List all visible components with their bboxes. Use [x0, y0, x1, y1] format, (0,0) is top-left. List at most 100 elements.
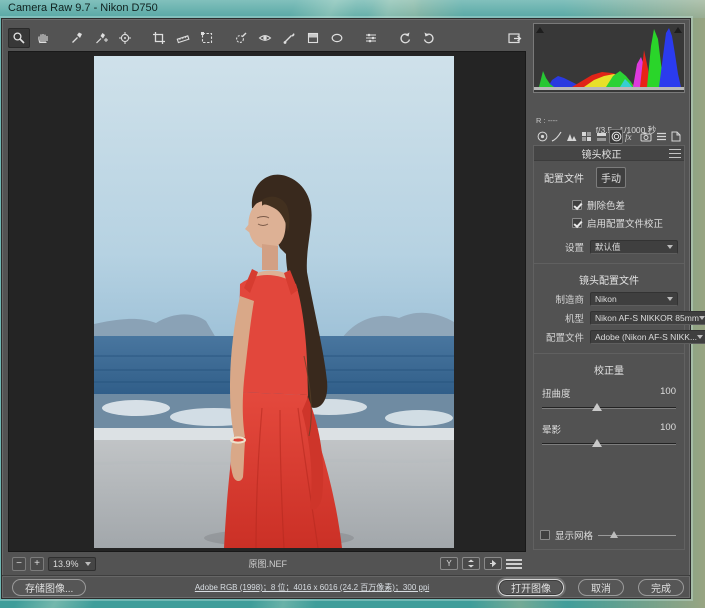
lens-profile-title: 镜头配置文件: [534, 272, 684, 287]
straighten-tool-icon[interactable]: [172, 28, 194, 48]
remove-ca-row[interactable]: 删除色差: [572, 198, 684, 212]
enable-profile-row[interactable]: 启用配置文件校正: [572, 216, 684, 230]
hand-tool-icon[interactable]: [32, 28, 54, 48]
remove-ca-label: 删除色差: [587, 198, 625, 212]
white-balance-tool-icon[interactable]: [66, 28, 88, 48]
done-button[interactable]: 完成: [638, 579, 684, 596]
copy-settings-button[interactable]: [484, 557, 502, 570]
distortion-slider-block: 扭曲度 100: [542, 386, 676, 413]
color-sampler-tool-icon[interactable]: [90, 28, 112, 48]
chevron-down-icon: [699, 316, 705, 320]
show-grid-label: 显示网格: [555, 528, 593, 542]
adjustment-brush-tool-icon[interactable]: [278, 28, 300, 48]
swap-before-after-button[interactable]: [462, 557, 480, 570]
save-image-button[interactable]: 存储图像...: [12, 579, 86, 596]
tab-snapshots-icon[interactable]: [669, 129, 683, 144]
show-grid-row: 显示网格: [540, 528, 678, 542]
chevron-down-icon: [667, 245, 673, 249]
make-value: Nikon: [595, 294, 617, 304]
setup-value: 默认值: [595, 241, 621, 253]
open-image-button[interactable]: 打开图像: [498, 579, 564, 596]
chevron-down-icon: [85, 562, 91, 566]
grid-size-slider[interactable]: [598, 531, 678, 540]
workflow-options-link[interactable]: Adobe RGB (1998)；8 位；4016 x 6016 (24.2 百…: [142, 582, 482, 593]
crop-tool-icon[interactable]: [148, 28, 170, 48]
rotate-left-tool-icon[interactable]: [394, 28, 416, 48]
grid-size-slider-thumb[interactable]: [610, 531, 618, 538]
tab-effects-icon[interactable]: fx: [624, 129, 638, 144]
histogram-plot: [534, 24, 684, 92]
lens-corrections-panel: 镜头校正 配置文件 手动 删除色差 启用配置文件校正 设置: [533, 145, 685, 550]
radial-filter-tool-icon[interactable]: [326, 28, 348, 48]
tab-presets-icon[interactable]: [654, 129, 668, 144]
setup-row: 设置 默认值: [540, 240, 678, 254]
preferences-tool-icon[interactable]: [360, 28, 382, 48]
distortion-slider-thumb[interactable]: [592, 403, 602, 411]
svg-text:fx: fx: [625, 132, 632, 142]
tab-basic-icon[interactable]: [535, 129, 549, 144]
model-label: 机型: [540, 311, 584, 325]
tab-lens-corrections-icon[interactable]: [609, 129, 623, 144]
make-label: 制造商: [540, 292, 584, 306]
divider: [534, 263, 684, 264]
model-dropdown[interactable]: Nikon AF-S NIKKOR 85mm: [590, 311, 705, 325]
rgb-readout: R : ---- G : ---- B : ----: [533, 96, 567, 126]
toolbar: [8, 26, 525, 50]
setup-dropdown[interactable]: 默认值: [590, 240, 678, 254]
enable-profile-checkbox[interactable]: [572, 218, 582, 228]
vignetting-slider[interactable]: [542, 439, 676, 449]
vignetting-slider-block: 晕影 100: [542, 422, 676, 449]
red-eye-tool-icon[interactable]: [254, 28, 276, 48]
profile-label: 配置文件: [540, 330, 584, 344]
canvas-statusbar: − + 13.9% 原图.NEF Y: [8, 554, 526, 573]
make-dropdown[interactable]: Nikon: [590, 292, 678, 306]
setup-label: 设置: [540, 240, 584, 254]
distortion-slider[interactable]: [542, 403, 676, 413]
profile-checkboxes: 删除色差 启用配置文件校正: [572, 198, 684, 230]
rotate-right-tool-icon[interactable]: [418, 28, 440, 48]
profile-dropdown[interactable]: Adobe (Nikon AF-S NIKK...: [590, 330, 705, 344]
tab-split-toning-icon[interactable]: [595, 129, 609, 144]
tab-tone-curve-icon[interactable]: [550, 129, 564, 144]
vignetting-label: 晕影: [542, 422, 561, 436]
panel-title: 镜头校正: [534, 146, 669, 161]
zoom-tool-icon[interactable]: [8, 28, 30, 48]
toggle-fullscreen-icon[interactable]: [503, 28, 525, 48]
image-filename: 原图.NEF: [100, 557, 436, 570]
window-title: Camera Raw 9.7 - Nikon D750: [8, 2, 158, 14]
tab-manual[interactable]: 手动: [596, 167, 626, 188]
image-canvas[interactable]: [8, 51, 526, 552]
panel-header: 镜头校正: [534, 146, 684, 161]
preview-mode-button[interactable]: Y: [440, 557, 458, 570]
zoom-out-button[interactable]: −: [12, 557, 26, 571]
zoom-in-button[interactable]: +: [30, 557, 44, 571]
zoom-level-select[interactable]: 13.9%: [48, 557, 96, 571]
targeted-adjustment-tool-icon[interactable]: [114, 28, 136, 48]
preview-menu-icon[interactable]: [506, 557, 522, 570]
vignetting-value: 100: [660, 422, 676, 436]
cancel-button[interactable]: 取消: [578, 579, 624, 596]
window-titlebar[interactable]: Camera Raw 9.7 - Nikon D750: [0, 0, 705, 18]
tab-detail-icon[interactable]: [565, 129, 579, 144]
amount-title: 校正量: [534, 362, 684, 377]
zoom-level-value: 13.9%: [53, 559, 79, 569]
spot-removal-tool-icon[interactable]: [230, 28, 252, 48]
remove-ca-checkbox[interactable]: [572, 200, 582, 210]
bottom-bar: 存储图像... Adobe RGB (1998)；8 位；4016 x 6016…: [2, 575, 690, 599]
exif-info: f/3.5 1/1000 秒 ISO 100 85 毫米: [567, 96, 685, 126]
tab-profile[interactable]: 配置文件: [540, 168, 588, 187]
transform-tool-icon[interactable]: [196, 28, 218, 48]
graduated-filter-tool-icon[interactable]: [302, 28, 324, 48]
panel-menu-icon[interactable]: [669, 149, 681, 158]
tab-hsl-grayscale-icon[interactable]: [580, 129, 594, 144]
vignetting-slider-thumb[interactable]: [592, 439, 602, 447]
divider: [534, 353, 684, 354]
tab-camera-calibration-icon[interactable]: [639, 129, 653, 144]
model-row: 机型 Nikon AF-S NIKKOR 85mm: [540, 311, 678, 325]
preview-photo: [94, 56, 454, 548]
model-value: Nikon AF-S NIKKOR 85mm: [595, 313, 699, 323]
shadow-clipping-warning[interactable]: [535, 25, 545, 34]
show-grid-checkbox[interactable]: [540, 530, 550, 540]
highlight-clipping-warning[interactable]: [673, 25, 683, 34]
distortion-label: 扭曲度: [542, 386, 571, 400]
